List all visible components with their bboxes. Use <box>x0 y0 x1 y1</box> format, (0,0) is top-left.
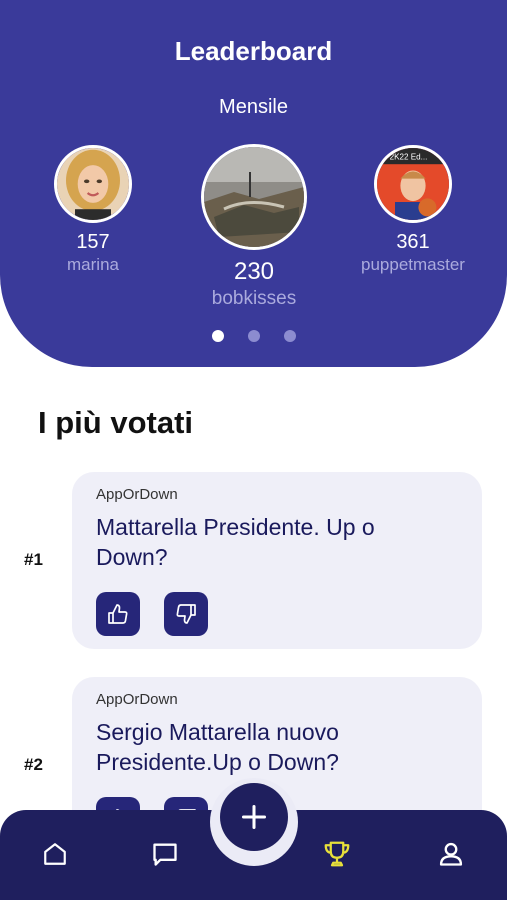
user-score: 361 <box>396 231 430 253</box>
chat-icon <box>153 843 177 866</box>
carousel-dots <box>0 330 507 342</box>
trophy-icon <box>324 841 350 867</box>
post-rank: #2 <box>24 755 43 774</box>
nav-chat[interactable] <box>145 834 185 874</box>
post-text: Sergio Mattarella nuovo Presidente.Up o … <box>96 719 339 775</box>
carousel-dot[interactable] <box>211 330 224 342</box>
post-source: AppOrDown <box>96 691 178 708</box>
avatar: 2K22 Ed... <box>374 145 452 223</box>
user-name: bobkisses <box>211 288 297 309</box>
post-text: Mattarella Presidente. Up o Down? <box>96 514 375 570</box>
leaderboard-header: Leaderboard Mensile 157 marina 230 bobki… <box>0 0 507 367</box>
leaderboard-user-marina[interactable]: 157 marina <box>50 145 136 275</box>
thumbs-down-icon <box>176 604 196 624</box>
post-source: AppOrDown <box>96 486 178 503</box>
thumbs-up-icon <box>108 604 128 624</box>
carousel-dot[interactable] <box>283 330 296 342</box>
carousel-dot[interactable] <box>247 330 260 342</box>
nav-leaderboard[interactable] <box>317 834 357 874</box>
profile-icon <box>439 842 463 866</box>
period-label[interactable]: Mensile <box>0 96 507 119</box>
nav-profile[interactable] <box>431 834 471 874</box>
user-name: marina <box>67 255 119 274</box>
thumbs-down-button[interactable] <box>164 592 208 636</box>
page-title: Leaderboard <box>174 36 333 66</box>
avatar-badge-text: 2K22 Ed... <box>390 153 428 162</box>
user-score: 230 <box>233 258 275 285</box>
thumbs-up-button[interactable] <box>96 592 140 636</box>
leaderboard-user-bobkisses[interactable]: 230 bobkisses <box>198 144 310 310</box>
create-post-button[interactable] <box>220 783 288 851</box>
avatar <box>201 144 307 250</box>
section-title: I più votati <box>38 405 193 440</box>
user-name: puppetmaster <box>361 255 465 274</box>
avatar <box>54 145 132 223</box>
user-score: 157 <box>76 231 110 253</box>
nav-home[interactable] <box>35 834 75 874</box>
plus-icon <box>241 804 267 830</box>
leaderboard-user-puppetmaster[interactable]: 2K22 Ed... 361 puppetmaster <box>353 145 473 275</box>
home-icon <box>44 843 66 865</box>
post-rank: #1 <box>24 550 43 569</box>
post-card[interactable]: AppOrDown Mattarella Presidente. Up o Do… <box>72 472 482 649</box>
